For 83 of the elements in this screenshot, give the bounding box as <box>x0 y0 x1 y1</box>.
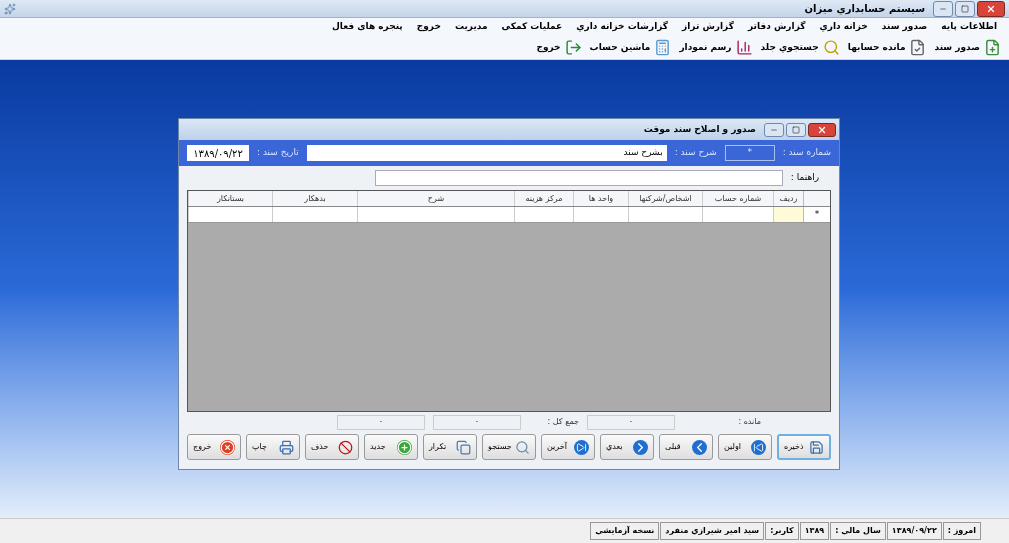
exit-door-icon <box>564 39 582 56</box>
minimize-button[interactable] <box>764 122 784 137</box>
toolbar-button[interactable]: ماشین حساب <box>589 39 672 56</box>
status-bar-field: سید امیر شیرازي منفرد <box>660 522 765 540</box>
action-button[interactable]: آخرین <box>541 434 595 460</box>
toolbar-button[interactable]: خروج <box>536 39 582 56</box>
action-button[interactable]: قبلی <box>659 434 713 460</box>
toolbar-button[interactable]: رسم نمودار <box>679 39 753 56</box>
status-bar-field: امروز : <box>942 522 981 540</box>
minimize-button[interactable] <box>933 0 953 17</box>
printer-icon <box>279 439 294 455</box>
column-header[interactable]: بدهکار <box>272 191 357 206</box>
menu-item[interactable]: مدیریت <box>454 20 488 34</box>
column-header[interactable]: شماره حساب <box>702 191 773 206</box>
action-button[interactable]: جستجو <box>482 434 536 460</box>
action-button[interactable]: بعدي <box>600 434 654 460</box>
field-label: راهنما : <box>790 171 819 185</box>
skip-back-icon <box>751 439 766 455</box>
column-header[interactable]: شرح <box>357 191 514 206</box>
field-label: جمع کل : <box>546 416 579 428</box>
hint-field[interactable] <box>374 170 783 186</box>
doc-number-field[interactable]: * <box>724 145 775 161</box>
column-header[interactable]: بستانکار <box>188 191 272 206</box>
menu-item[interactable]: گزارشات خزانه داري <box>576 20 669 34</box>
skip-forward-icon <box>574 439 589 455</box>
stacked-windows-icon <box>456 439 471 455</box>
no-entry-icon <box>338 439 353 455</box>
document-icon <box>909 39 927 56</box>
menu-item[interactable]: گزارش دفاتر <box>747 20 806 34</box>
status-bar-field: نسخه آزمایشي <box>590 522 660 540</box>
app-icon <box>4 2 16 15</box>
field-label: شماره سند : <box>782 146 831 160</box>
action-button[interactable]: ذخیره <box>777 434 831 460</box>
menu-item[interactable]: اطلاعات پایه <box>941 20 997 34</box>
plus-icon <box>397 439 412 455</box>
maximize-button[interactable] <box>955 0 975 17</box>
toolbar-button[interactable]: مانده حسابها <box>847 39 927 56</box>
field-label: تاریخ سند : <box>257 146 299 160</box>
total-credit-field: ۰ <box>337 414 425 430</box>
status-bar-field: ۱۳۸۹/۰۹/۲۲ <box>886 522 942 540</box>
search-icon <box>515 439 530 455</box>
action-button[interactable]: خروج <box>187 434 241 460</box>
field-label: شرح سند : <box>674 146 717 160</box>
close-icon <box>220 439 235 455</box>
window-title: سیستم حسابداري میزان <box>804 2 925 16</box>
calculator-icon <box>654 39 672 56</box>
magnifier-icon <box>822 39 840 56</box>
close-button[interactable] <box>808 122 836 137</box>
status-bar-field: ۱۳۸۹ <box>799 522 830 540</box>
close-icon <box>986 3 996 14</box>
status-bar-field: سال مالي : <box>830 522 886 540</box>
column-header[interactable]: واحد ها <box>573 191 628 206</box>
total-debit-field: ۰ <box>433 414 521 430</box>
maximize-button[interactable] <box>786 122 806 137</box>
window-title: صدور و اصلاح سند موقت <box>643 122 756 137</box>
column-header[interactable]: مرکز هزینه <box>514 191 573 206</box>
menu-item[interactable]: صدور سند <box>881 20 928 34</box>
action-button[interactable]: جدید <box>364 434 418 460</box>
column-header[interactable]: ردیف <box>773 191 803 206</box>
action-button[interactable]: چاپ <box>246 434 300 460</box>
date-field[interactable]: ۱۳۸۹/۰۹/۲۲ <box>187 145 249 161</box>
menu-item[interactable]: پنجره های فعال <box>332 20 403 34</box>
close-button[interactable] <box>977 0 1005 17</box>
file-plus-icon <box>984 39 1001 56</box>
menu-item[interactable]: خروج <box>416 20 441 34</box>
bar-chart-icon <box>735 39 753 56</box>
table-cell[interactable] <box>773 207 803 222</box>
menu-item[interactable]: عملیات کمکی <box>501 20 563 34</box>
toolbar-button[interactable]: صدور سند <box>934 39 1001 56</box>
description-field[interactable]: بشرح سند <box>306 145 667 161</box>
field-label: مانده : <box>737 416 762 428</box>
balance-field: ۰ <box>587 414 675 430</box>
column-header[interactable]: اشخاص/شرکتها <box>628 191 702 206</box>
menu-item[interactable]: گزارش تراز <box>682 20 734 34</box>
action-button[interactable]: اولین <box>718 434 772 460</box>
close-icon <box>817 124 827 135</box>
menu-item[interactable]: خزانه داري <box>819 20 868 34</box>
maximize-icon <box>792 125 800 134</box>
action-button[interactable]: حذف <box>305 434 359 460</box>
toolbar-button[interactable]: جستجوي جلد <box>760 39 840 56</box>
maximize-icon <box>961 4 969 13</box>
action-button[interactable]: تکرار <box>423 434 477 460</box>
status-bar-field: کاربر: <box>765 522 799 540</box>
